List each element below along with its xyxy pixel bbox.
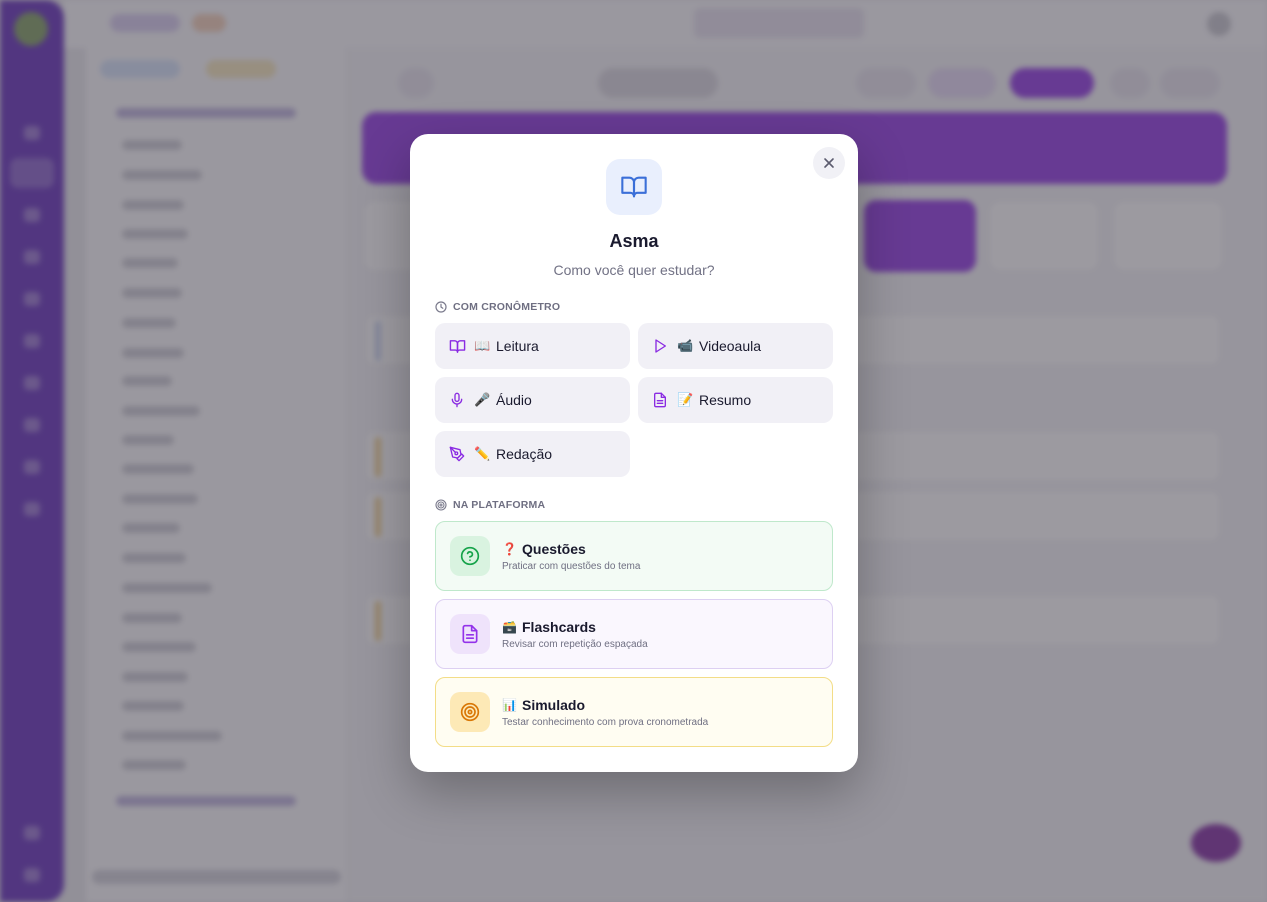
option-videoaula[interactable]: 📹 Videoaula — [638, 323, 833, 369]
option-description: Revisar com repetição espaçada — [502, 638, 648, 650]
option-emoji: 📝 — [677, 392, 694, 407]
option-resumo[interactable]: 📝 Resumo — [638, 377, 833, 423]
option-label: Resumo — [699, 392, 752, 408]
x-icon — [824, 158, 834, 168]
document-icon — [450, 614, 490, 654]
option-label: Áudio — [496, 392, 532, 408]
option-emoji: 📹 — [677, 338, 694, 353]
option-emoji: ✏️ — [474, 446, 491, 461]
option-audio[interactable]: 🎤 Áudio — [435, 377, 630, 423]
platform-section-label: NA PLATAFORMA — [435, 499, 545, 511]
modal-subtitle: Como você quer estudar? — [553, 262, 715, 278]
modal-title: Asma — [609, 231, 659, 251]
clock-icon — [435, 301, 447, 313]
option-emoji: 🎤 — [474, 392, 491, 407]
platform-section-text: NA PLATAFORMA — [453, 499, 546, 511]
option-emoji: 🗃️ — [502, 619, 517, 634]
option-label: Redação — [496, 446, 553, 462]
play-icon — [651, 337, 669, 355]
option-label: Leitura — [496, 338, 539, 354]
platform-option-flashcards[interactable]: 🗃️ Flashcards Revisar com repetição espa… — [435, 599, 833, 669]
platform-option-simulado[interactable]: 📊 Simulado Testar conhecimento com prova… — [435, 677, 833, 747]
timed-section-text: COM CRONÔMETRO — [453, 301, 561, 313]
option-label: Questões — [522, 540, 586, 557]
option-emoji: ❓ — [502, 541, 517, 556]
close-button[interactable] — [813, 147, 845, 179]
pen-tool-icon — [448, 445, 466, 463]
target-icon — [450, 692, 490, 732]
option-emoji: 📊 — [502, 697, 517, 712]
open-book-icon — [621, 176, 647, 198]
book-icon — [448, 337, 466, 355]
timed-section-label: COM CRONÔMETRO — [435, 301, 560, 313]
hero-book-icon — [606, 159, 662, 215]
option-label: Flashcards — [522, 618, 596, 635]
microphone-icon — [448, 391, 466, 409]
option-description: Testar conhecimento com prova cronometra… — [502, 716, 709, 728]
target-icon — [435, 499, 447, 511]
question-circle-icon — [450, 536, 490, 576]
document-icon — [651, 391, 669, 409]
option-label: Videoaula — [699, 338, 762, 354]
option-leitura[interactable]: 📖 Leitura — [435, 323, 630, 369]
study-mode-modal: Asma Como você quer estudar? COM CRONÔME… — [410, 134, 858, 772]
option-description: Praticar com questões do tema — [502, 560, 641, 572]
platform-option-questoes[interactable]: ❓ Questões Praticar com questões do tema — [435, 521, 833, 591]
option-emoji: 📖 — [474, 338, 491, 353]
option-label: Simulado — [522, 696, 586, 713]
option-redacao[interactable]: ✏️ Redação — [435, 431, 630, 477]
